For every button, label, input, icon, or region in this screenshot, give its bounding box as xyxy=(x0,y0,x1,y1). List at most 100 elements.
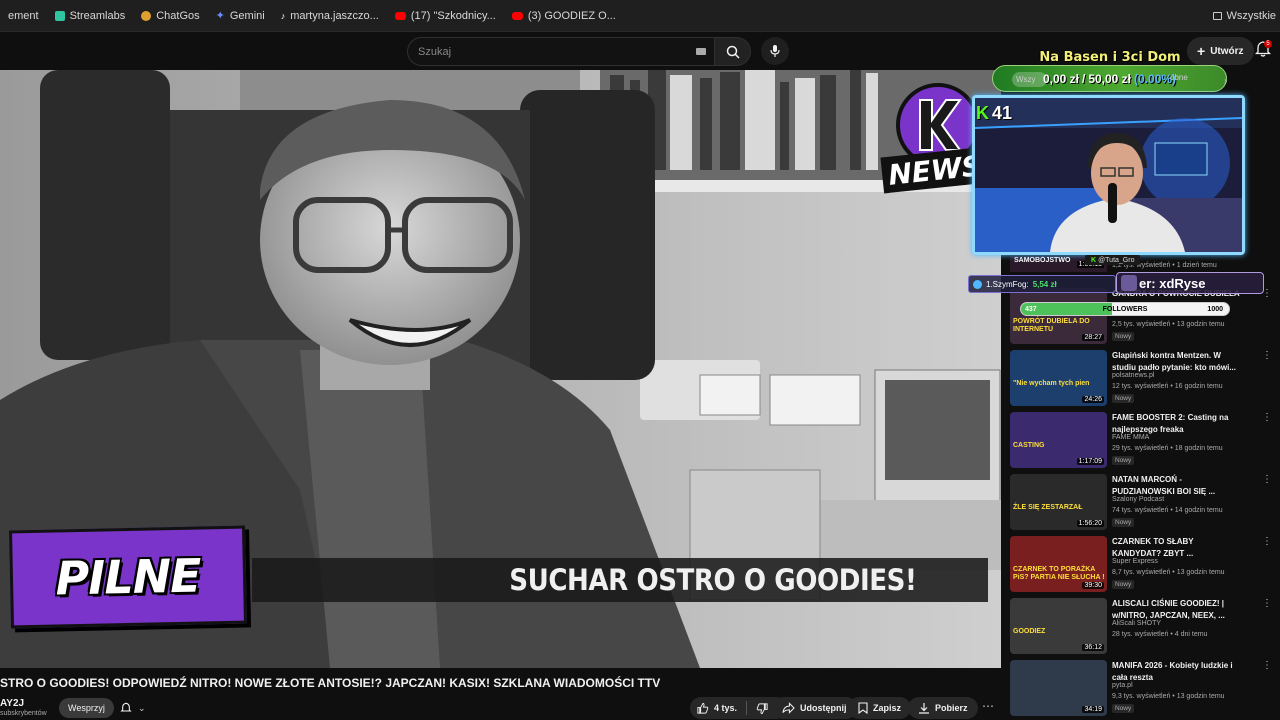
recommendation-title[interactable]: FAME BOOSTER 2: Casting na najlepszego f… xyxy=(1112,412,1240,435)
recommendation-meta: 8,7 tys. wyświetleń • 13 godzin temu xyxy=(1112,569,1225,576)
tiktok-icon: ♪ xyxy=(280,10,286,21)
chatgos-icon xyxy=(141,10,152,21)
webcam-image xyxy=(975,98,1242,252)
new-badge: Nowy xyxy=(1112,332,1135,341)
kick-icon: K xyxy=(1091,256,1097,264)
thumbnail-text: ŹLE SIĘ ZESTARZAŁ xyxy=(1013,504,1083,511)
share-label: Udostępnij xyxy=(800,703,847,713)
more-options-icon[interactable]: ⋮ xyxy=(1262,660,1272,671)
bookmark-label: ChatGos xyxy=(156,9,200,22)
streamer-tag: K @Tuta_Gro xyxy=(1085,255,1141,265)
voice-search-button[interactable] xyxy=(761,37,789,65)
recommendation-channel[interactable]: Szalony Podcast xyxy=(1112,496,1164,503)
recommendation-thumbnail[interactable]: CZARNEK TO PORAŻKA PiS? PARTIA NIE SŁUCH… xyxy=(1010,536,1107,592)
recommendation-title[interactable]: MANIFA 2026 - Kobiety ludzkie i cała res… xyxy=(1112,660,1240,683)
more-options-icon[interactable]: ⋮ xyxy=(1262,598,1272,609)
recommendation-title[interactable]: ALISCALI CIŚNIE GOODIEZ! | w/NITRO, JAPC… xyxy=(1112,598,1240,621)
search-button[interactable] xyxy=(715,37,751,66)
recommendation-thumbnail[interactable]: GOODIEZ 36:12 xyxy=(1010,598,1107,654)
latest-follower: er: xdRyse xyxy=(1116,272,1264,294)
tip-user: 1.SzymFog: xyxy=(986,279,1029,289)
recommendation-title[interactable]: NATAN MARCOŃ - PUDZIANOWSKI BOI SIĘ ... xyxy=(1112,474,1240,497)
all-bookmarks[interactable]: Wszystkie xyxy=(1212,0,1280,32)
recommendation-meta: 12 tys. wyświetleń • 16 godzin temu xyxy=(1112,383,1223,390)
recommendation-item[interactable]: ŹLE SIĘ ZESTARZAŁ 1:56:20 NATAN MARCOŃ - P… xyxy=(1010,474,1272,534)
bookmark-item[interactable]: (17) "Szkodnicy... xyxy=(387,10,504,22)
bookmark-item[interactable]: ✦ Gemini xyxy=(208,9,273,23)
filter-chip-ghost[interactable]: Wszy xyxy=(1012,72,1047,87)
thumbs-down-icon[interactable] xyxy=(756,702,769,715)
bookmark-label: (3) GOODIEZ O... xyxy=(527,9,616,22)
coin-icon xyxy=(973,279,982,289)
save-button[interactable]: Zapisz xyxy=(848,697,912,719)
recommendation-item[interactable]: 34:19 MANIFA 2026 - Kobiety ludzkie i cał… xyxy=(1010,660,1272,720)
kick-icon: K xyxy=(976,103,989,123)
channel-name[interactable]: AY2J xyxy=(0,698,24,709)
search-bar: Szukaj xyxy=(407,37,751,66)
new-badge: Nowy xyxy=(1112,394,1135,403)
subscription-bell-button[interactable]: ⌄ xyxy=(114,698,156,718)
bookmark-item[interactable]: ♪ martyna.jaszczo... xyxy=(273,10,387,22)
thumbnail-text: CASTING xyxy=(1013,442,1045,449)
recommendation-thumbnail[interactable]: CASTING 1:17:09 xyxy=(1010,412,1107,468)
recommendation-thumbnail[interactable]: POWRÓT DUBIELA DO INTERNETU 28:27 xyxy=(1010,288,1107,344)
more-actions-icon[interactable]: ⋯ xyxy=(982,699,994,713)
recommendation-channel[interactable]: FAME MMA xyxy=(1112,434,1149,441)
bookmark-item[interactable]: ement xyxy=(0,10,47,22)
recommendation-meta: 74 tys. wyświetleń • 14 godzin temu xyxy=(1112,507,1223,514)
keyboard-icon[interactable] xyxy=(696,48,706,55)
recommendation-item[interactable]: CZARNEK TO PORAŻKA PiS? PARTIA NIE SŁUCH… xyxy=(1010,536,1272,596)
thumbs-up-icon[interactable] xyxy=(696,702,709,715)
search-input[interactable]: Szukaj xyxy=(407,37,715,66)
recommendation-thumbnail[interactable]: ŹLE SIĘ ZESTARZAŁ 1:56:20 xyxy=(1010,474,1107,530)
thumbnail-text: CZARNEK TO PORAŻKA PiS? PARTIA NIE SŁUCH… xyxy=(1013,566,1105,581)
bookmark-label: Gemini xyxy=(229,9,265,22)
bookmark-item[interactable]: (3) GOODIEZ O... xyxy=(504,10,624,22)
recommendation-thumbnail[interactable]: 34:19 xyxy=(1010,660,1107,716)
recommendation-item[interactable]: POWRÓT DUBIELA DO INTERNETU28:27GANDRA O… xyxy=(1010,288,1272,348)
bookmark-item[interactable]: Streamlabs xyxy=(47,10,134,22)
more-options-icon[interactable]: ⋮ xyxy=(1262,536,1272,547)
recommendation-item[interactable]: GOODIEZ 36:12 ALISCALI CIŚNIE GOODIEZ! | w… xyxy=(1010,598,1272,658)
recommendation-title[interactable]: Glapiński kontra Mentzen. W studiu padło… xyxy=(1112,350,1240,373)
bookmark-label: ement xyxy=(8,9,39,22)
recommendation-item[interactable]: "Nie wycham tych pien 24:26 Glapiński kont… xyxy=(1010,350,1272,410)
pilne-label: PILNE xyxy=(54,548,202,606)
more-options-icon[interactable]: ⋮ xyxy=(1262,350,1272,361)
bell-icon xyxy=(120,702,132,712)
video-player[interactable]: PILNE SUCHAR OSTRO O GOODIES! xyxy=(0,70,1001,668)
viewer-counter: K 41 xyxy=(976,103,1012,124)
filter-chip-ghost-2[interactable]: obne xyxy=(1170,73,1188,82)
video-duration: 34:19 xyxy=(1082,706,1104,713)
video-duration: 39:30 xyxy=(1082,582,1104,589)
like-count[interactable]: 4 tys. xyxy=(714,703,737,713)
notification-badge: 5 xyxy=(1264,40,1272,48)
recommendation-thumbnail[interactable]: "Nie wycham tych pien 24:26 xyxy=(1010,350,1107,406)
download-icon xyxy=(919,703,929,714)
search-placeholder: Szukaj xyxy=(418,45,452,58)
download-label: Pobierz xyxy=(935,703,968,713)
divider xyxy=(746,701,748,715)
new-badge: Nowy xyxy=(1112,518,1135,527)
bookmark-item[interactable]: ChatGos xyxy=(133,10,207,22)
followers-goal-bar: 437 FOLLOWERS 1000 xyxy=(1020,302,1230,316)
recommendation-channel[interactable]: polsatnews.pl xyxy=(1112,372,1154,379)
search-icon xyxy=(726,45,740,59)
chevron-right-icon[interactable]: › xyxy=(1224,76,1227,87)
youtube-icon xyxy=(511,11,523,20)
recommendation-title[interactable]: CZARNEK TO SŁABY KANDYDAT? ZBYT ... xyxy=(1112,536,1240,559)
more-options-icon[interactable]: ⋮ xyxy=(1262,474,1272,485)
share-icon xyxy=(782,702,795,714)
share-button[interactable]: Udostępnij xyxy=(772,697,857,719)
support-button[interactable]: Wesprzyj xyxy=(59,698,114,718)
recommendation-channel[interactable]: Super Express xyxy=(1112,558,1158,565)
pilne-badge: PILNE xyxy=(8,525,248,629)
recommendation-item[interactable]: CASTING 1:17:09 FAME BOOSTER 2: Casting na… xyxy=(1010,412,1272,472)
recommendation-channel[interactable]: AliScali SHOTY xyxy=(1112,620,1161,627)
video-duration: 1:17:09 xyxy=(1076,458,1104,465)
more-options-icon[interactable]: ⋮ xyxy=(1262,412,1272,423)
donation-goal-title: Na Basen i 3ci Dom xyxy=(1039,50,1181,65)
recommendation-channel[interactable]: pyta.pl xyxy=(1112,682,1133,689)
download-button[interactable]: Pobierz xyxy=(908,697,978,719)
thumbnail-text: GOODIEZ xyxy=(1013,628,1046,635)
